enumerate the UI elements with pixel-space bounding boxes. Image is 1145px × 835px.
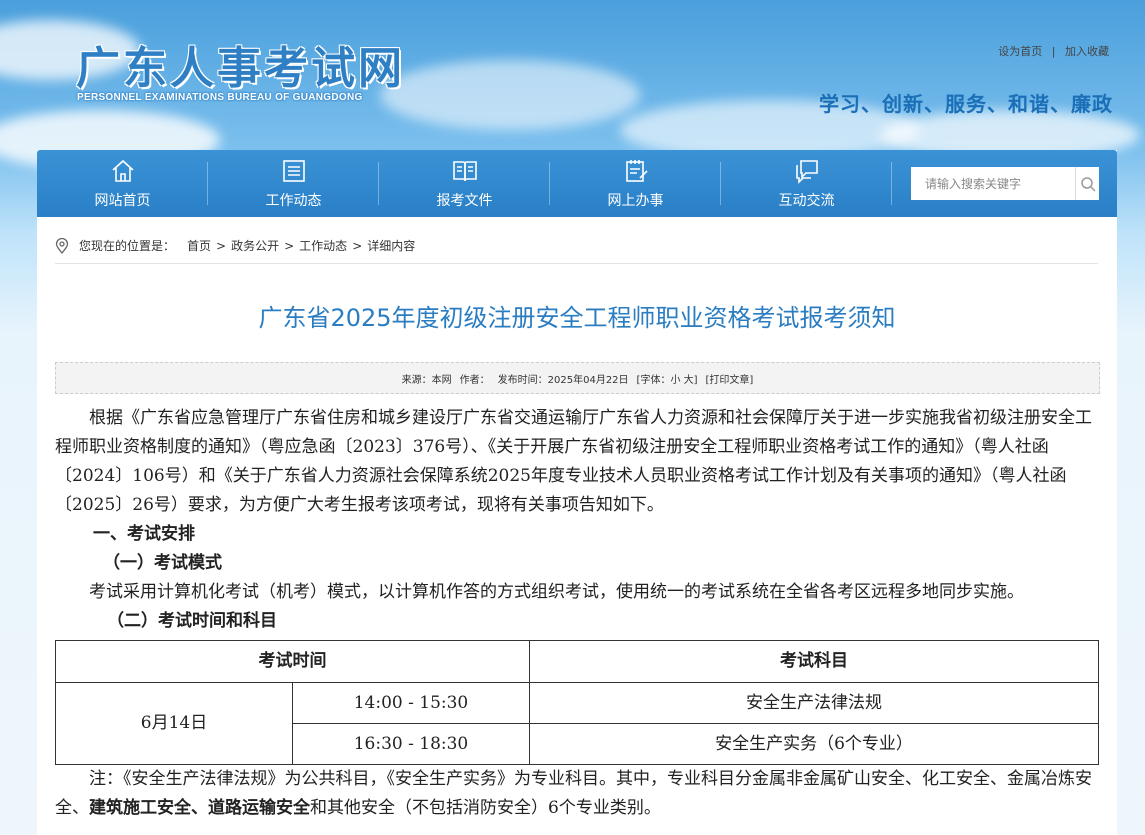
nav-item-interaction[interactable]: 互动交流: [721, 150, 892, 217]
exam-mode-paragraph: 考试采用计算机化考试（机考）模式，以计算机作答的方式组织考试，使用统一的考试系统…: [89, 582, 1024, 602]
site-header: 广东人事考试网 PERSONNEL EXAMINATIONS BUREAU OF…: [0, 0, 1145, 150]
exam-schedule-table: 考试时间 考试科目 6月14日 14:00 - 15:30 安全生产法律法规 1…: [55, 640, 1099, 765]
breadcrumb-gov-affairs[interactable]: 政务公开: [231, 237, 279, 254]
cell-date: 6月14日: [55, 682, 293, 765]
home-icon: [111, 159, 134, 182]
book-icon: [452, 160, 477, 181]
article-meta: 来源：本网 作者： 发布时间：2025年04月22日 [字体：小 大] [打印文…: [55, 362, 1100, 394]
nav-label: 互动交流: [778, 192, 835, 209]
cell-subject: 安全生产法律法规: [529, 682, 1099, 724]
nav-item-work-news[interactable]: 工作动态: [208, 150, 379, 217]
meta-source: 来源：本网: [401, 374, 452, 386]
breadcrumb-detail[interactable]: 详细内容: [367, 237, 415, 254]
main-container: 网站首页 工作动态 报考文件 网上办事 互动交流 您现在的位置是： 首页 >: [37, 150, 1117, 835]
header-exam-subject: 考试科目: [529, 640, 1099, 683]
clipboard-icon: [625, 159, 648, 182]
note-paragraph: 注：《安全生产法律法规》为公共科目，《安全生产实务》为专业科目。其中，专业科目分…: [55, 765, 1101, 823]
breadcrumb-sep: >: [352, 238, 363, 253]
section-heading: 一、考试安排: [93, 524, 195, 544]
nav-label: 网站首页: [94, 192, 151, 209]
location-pin-icon: [55, 237, 69, 254]
meta-date: 发布时间：2025年04月22日: [497, 374, 629, 386]
note-bold-text: 建筑施工安全、道路运输安全: [89, 798, 310, 818]
site-slogan: 学习、创新、服务、和谐、廉政: [819, 92, 1113, 116]
search-icon: [1080, 176, 1096, 192]
print-article-link[interactable]: [打印文章]: [706, 371, 754, 386]
subsection-heading: （一）考试模式: [103, 553, 222, 573]
top-links: 设为首页 | 加入收藏: [998, 43, 1109, 59]
cell-subject: 安全生产实务（6个专业）: [529, 723, 1099, 765]
search-box: [911, 167, 1099, 200]
table-header-row: 考试时间 考试科目: [55, 640, 1099, 683]
nav-item-online-service[interactable]: 网上办事: [550, 150, 721, 217]
cell-time: 14:00 - 15:30: [292, 682, 530, 724]
breadcrumb-work-news[interactable]: 工作动态: [299, 237, 347, 254]
breadcrumb: 您现在的位置是： 首页 > 政务公开 > 工作动态 > 详细内容: [55, 228, 1098, 264]
nav-label: 工作动态: [265, 192, 322, 209]
nav-label: 网上办事: [607, 192, 664, 209]
table-row: 6月14日 14:00 - 15:30 安全生产法律法规: [55, 682, 1099, 765]
set-homepage-link[interactable]: 设为首页: [998, 45, 1042, 58]
article-body: 根据《广东省应急管理厅广东省住房和城乡建设厅广东省交通运输厅广东省人力资源和社会…: [55, 404, 1101, 823]
main-nav: 网站首页 工作动态 报考文件 网上办事 互动交流: [37, 150, 1117, 217]
subsection-heading: （二）考试时间和科目: [107, 611, 277, 631]
nav-label: 报考文件: [436, 192, 493, 209]
font-size-toggle[interactable]: [字体：小 大]: [637, 371, 698, 386]
nav-item-exam-docs[interactable]: 报考文件: [379, 150, 550, 217]
search-button[interactable]: [1075, 167, 1099, 200]
breadcrumb-sep: >: [216, 238, 227, 253]
search-input[interactable]: [911, 167, 1075, 200]
article-title: 广东省2025年度初级注册安全工程师职业资格考试报考须知: [258, 304, 896, 332]
header-exam-time: 考试时间: [55, 640, 530, 683]
site-logo-text[interactable]: 广东人事考试网: [76, 32, 405, 96]
add-favorite-link[interactable]: 加入收藏: [1065, 45, 1109, 58]
list-icon: [282, 159, 305, 182]
link-separator: |: [1051, 45, 1056, 58]
intro-paragraph: 根据《广东省应急管理厅广东省住房和城乡建设厅广东省交通运输厅广东省人力资源和社会…: [55, 408, 1092, 515]
breadcrumb-sep: >: [284, 238, 295, 253]
breadcrumb-home[interactable]: 首页: [187, 237, 211, 254]
cell-time: 16:30 - 18:30: [292, 723, 530, 765]
nav-item-home[interactable]: 网站首页: [37, 150, 208, 217]
note-text: 和其他安全（不包括消防安全）6个专业类别。: [310, 798, 661, 818]
meta-author: 作者：: [459, 374, 490, 386]
chat-icon: [795, 159, 818, 184]
breadcrumb-label: 您现在的位置是：: [79, 239, 176, 253]
site-logo-subtitle: PERSONNEL EXAMINATIONS BUREAU OF GUANGDO…: [77, 92, 363, 103]
